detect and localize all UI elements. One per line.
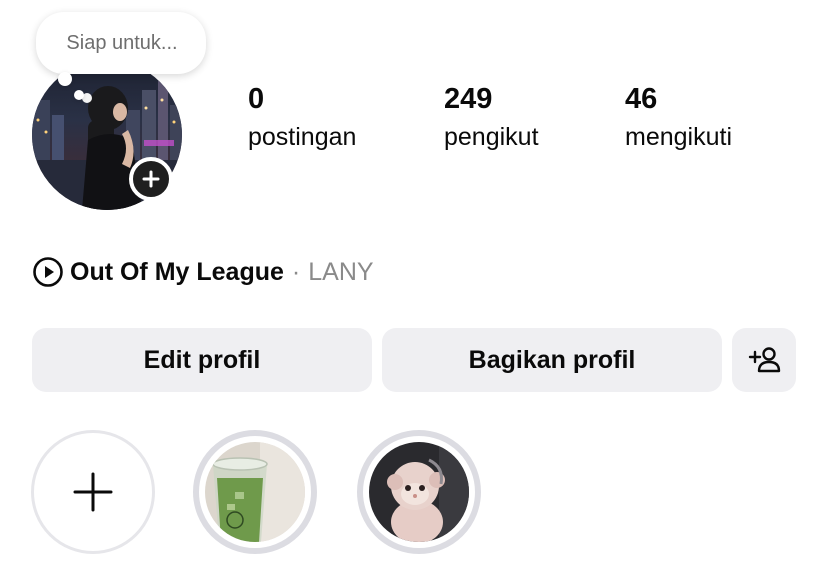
add-story-button[interactable] [129, 157, 173, 201]
share-profile-button[interactable]: Bagikan profil [382, 328, 722, 392]
note-bubble-tail [58, 72, 72, 86]
new-highlight-button[interactable] [31, 430, 155, 554]
stat-following-label: mengikuti [625, 123, 732, 151]
discover-people-button[interactable] [732, 328, 796, 392]
stat-followers[interactable]: 249 pengikut [444, 82, 539, 154]
stat-posts-count: 0 [248, 83, 265, 115]
plus-icon [73, 472, 113, 512]
stat-followers-count: 249 [444, 83, 493, 115]
stat-posts[interactable]: 0 postingan [248, 82, 356, 154]
music-artist: LANY [308, 257, 374, 286]
stat-followers-label: pengikut [444, 123, 539, 151]
plus-icon [142, 170, 160, 188]
music-separator: · [291, 257, 301, 286]
profile-music[interactable]: Out Of My League · LANY [32, 254, 374, 290]
add-person-icon [748, 347, 781, 373]
profile-avatar-container[interactable] [32, 60, 204, 210]
note-bubble[interactable]: Siap untuk... [36, 12, 206, 74]
stat-following-count: 46 [625, 83, 658, 115]
edit-profile-button[interactable]: Edit profil [32, 328, 372, 392]
note-text: Siap untuk... [66, 31, 178, 54]
matcha-drink-image [205, 442, 305, 542]
note-bubble-tail-small [74, 90, 84, 100]
plush-toy-image [369, 442, 469, 542]
highlight-item[interactable] [193, 430, 317, 554]
highlight-cover [369, 442, 469, 542]
music-title: Out Of My League [70, 257, 284, 286]
play-circle-icon [33, 257, 63, 287]
stat-posts-label: postingan [248, 123, 357, 151]
highlight-cover [205, 442, 305, 542]
highlight-item[interactable] [357, 430, 481, 554]
stat-following[interactable]: 46 mengikuti [625, 82, 732, 154]
